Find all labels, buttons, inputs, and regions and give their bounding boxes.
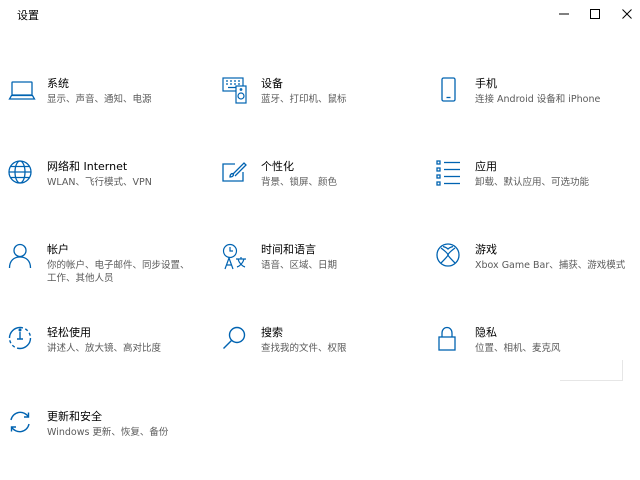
- phone-icon: [436, 77, 464, 105]
- paint-brush-icon: [222, 160, 250, 188]
- minimize-icon: [559, 13, 569, 15]
- tile-description: 位置、相机、麦克风: [475, 343, 561, 354]
- tile-description: 蓝牙、打印机、鼠标: [261, 94, 347, 105]
- tile-system[interactable]: 系统 显示、声音、通知、电源: [8, 77, 198, 125]
- tile-title: 隐私: [475, 326, 497, 339]
- tile-title: 系统: [47, 77, 69, 90]
- laptop-icon: [8, 77, 36, 105]
- tile-phone[interactable]: 手机 连接 Android 设备和 iPhone: [436, 77, 626, 125]
- tile-description: 连接 Android 设备和 iPhone: [475, 94, 601, 105]
- tile-personalization[interactable]: 个性化 背景、锁屏、颜色: [222, 160, 412, 208]
- tile-update-security[interactable]: 更新和安全 Windows 更新、恢复、备份: [8, 410, 198, 458]
- apps-list-icon: [436, 160, 464, 188]
- tile-title: 手机: [475, 77, 497, 90]
- divider: [560, 360, 623, 381]
- tile-ease-of-access[interactable]: 轻松使用 讲述人、放大镜、高对比度: [8, 326, 198, 374]
- tile-title: 轻松使用: [47, 326, 91, 339]
- tile-title: 应用: [475, 160, 497, 173]
- settings-window: 设置 系统 显示、声音、通知、电源 设备 蓝牙、打印机、鼠标 手机 连接 And…: [0, 0, 640, 480]
- lock-icon: [436, 326, 464, 354]
- tile-title: 设备: [261, 77, 283, 90]
- close-button[interactable]: [608, 0, 640, 28]
- tile-description: 显示、声音、通知、电源: [47, 94, 152, 105]
- tile-description: 语音、区域、日期: [261, 260, 338, 271]
- tile-search[interactable]: 搜索 查找我的文件、权限: [222, 326, 412, 374]
- tile-description: 卸载、默认应用、可选功能: [475, 177, 590, 188]
- tile-network[interactable]: 网络和 Internet WLAN、飞行模式、VPN: [8, 160, 198, 208]
- tile-description: 讲述人、放大镜、高对比度: [47, 343, 162, 354]
- tile-devices[interactable]: 设备 蓝牙、打印机、鼠标: [222, 77, 412, 125]
- tile-description: Xbox Game Bar、捕获、游戏模式: [475, 260, 626, 271]
- xbox-icon: [436, 243, 464, 271]
- tile-title: 个性化: [261, 160, 294, 173]
- tile-description: Windows 更新、恢复、备份: [47, 427, 169, 438]
- globe-icon: [8, 160, 36, 188]
- maximize-icon: [590, 9, 600, 19]
- sync-icon: [8, 410, 36, 438]
- window-title: 设置: [17, 9, 39, 22]
- ease-of-access-icon: [8, 326, 36, 354]
- tile-description: WLAN、飞行模式、VPN: [47, 177, 152, 188]
- search-icon: [222, 326, 250, 354]
- tile-title: 搜索: [261, 326, 283, 339]
- tile-apps[interactable]: 应用 卸载、默认应用、可选功能: [436, 160, 626, 208]
- tile-title: 更新和安全: [47, 410, 102, 423]
- tile-time-language[interactable]: 时间和语言 语音、区域、日期: [222, 243, 412, 291]
- tile-accounts[interactable]: 帐户 你的帐户、电子邮件、同步设置、工作、其他人员: [8, 243, 198, 291]
- title-bar: 设置: [0, 0, 640, 28]
- person-icon: [8, 243, 36, 271]
- tile-description: 查找我的文件、权限: [261, 343, 347, 354]
- close-icon: [622, 9, 632, 19]
- tile-title: 网络和 Internet: [47, 160, 128, 173]
- keyboard-icon: [222, 77, 250, 105]
- tile-title: 游戏: [475, 243, 497, 256]
- tile-title: 时间和语言: [261, 243, 316, 256]
- time-language-icon: [222, 243, 250, 271]
- tile-description: 你的帐户、电子邮件、同步设置、工作、其他人员: [47, 260, 190, 284]
- tile-gaming[interactable]: 游戏 Xbox Game Bar、捕获、游戏模式: [436, 243, 626, 291]
- tile-description: 背景、锁屏、颜色: [261, 177, 338, 188]
- tile-title: 帐户: [47, 243, 69, 256]
